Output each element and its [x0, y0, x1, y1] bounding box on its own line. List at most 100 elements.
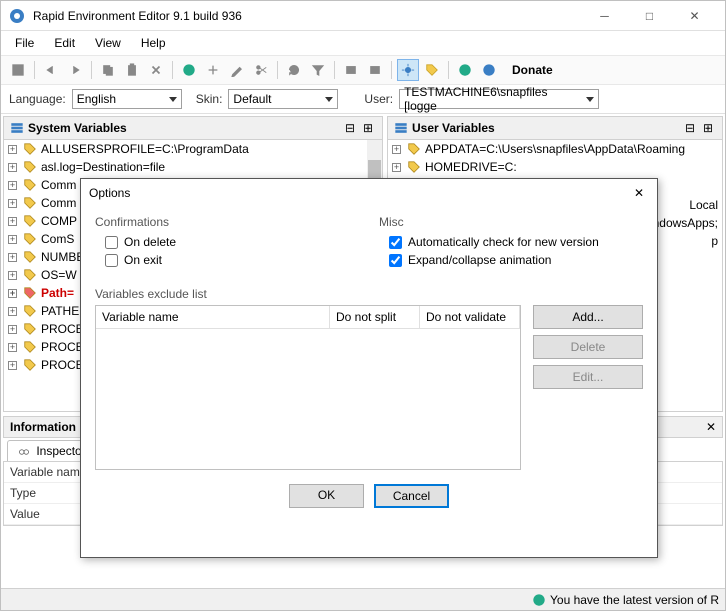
- collapse-icon[interactable]: ⊟: [342, 120, 358, 136]
- redo-icon[interactable]: [64, 59, 86, 81]
- system-pane-title: System Variables: [28, 121, 340, 135]
- undo-icon[interactable]: [40, 59, 62, 81]
- refresh-icon[interactable]: [283, 59, 305, 81]
- user-pane-title: User Variables: [412, 121, 680, 135]
- maximize-button[interactable]: □: [627, 1, 672, 31]
- tree-row-label: OS=W: [41, 268, 77, 282]
- toolbar: ? Donate: [1, 55, 725, 85]
- tree-row[interactable]: +ALLUSERSPROFILE=C:\ProgramData: [4, 140, 382, 158]
- dialog-titlebar: Options ✕: [81, 179, 657, 207]
- expand-icon[interactable]: +: [8, 271, 17, 280]
- col-variable-name[interactable]: Variable name: [96, 306, 330, 328]
- tag-icon: [407, 160, 421, 174]
- tag-icon: [23, 232, 37, 246]
- tree-row-label: asl.log=Destination=file: [41, 160, 165, 174]
- menu-help[interactable]: Help: [133, 33, 174, 53]
- tree-row[interactable]: + HOMEDRIVE=C:: [388, 158, 722, 176]
- tree-row-label: HOMEDRIVE=C:: [425, 160, 517, 174]
- col-do-not-split[interactable]: Do not split: [330, 306, 420, 328]
- expand-icon[interactable]: +: [8, 235, 17, 244]
- expand-icon[interactable]: +: [392, 163, 401, 172]
- tree-row-label: ComS: [41, 232, 74, 246]
- expand-icon[interactable]: +: [8, 253, 17, 262]
- window-title: Rapid Environment Editor 9.1 build 936: [33, 9, 582, 23]
- tag-icon: [407, 142, 421, 156]
- expand-icon[interactable]: +: [8, 163, 17, 172]
- expand-icon[interactable]: +: [8, 289, 17, 298]
- tree-row-label: Comm: [41, 178, 76, 192]
- exclude-list[interactable]: Variable name Do not split Do not valida…: [95, 305, 521, 470]
- expand-icon[interactable]: +: [8, 199, 17, 208]
- auto-check-checkbox[interactable]: [389, 236, 402, 249]
- status-text: You have the latest version of R: [550, 593, 719, 607]
- tree-row-label: NUMBE: [41, 250, 84, 264]
- edit-icon[interactable]: [226, 59, 248, 81]
- delete-icon[interactable]: [145, 59, 167, 81]
- dialog-close-button[interactable]: ✕: [629, 183, 649, 203]
- auto-check-label: Automatically check for new version: [408, 235, 599, 249]
- tag-icon[interactable]: [421, 59, 443, 81]
- tree-row[interactable]: +APPDATA=C:\Users\snapfiles\AppData\Roam…: [388, 140, 722, 158]
- on-exit-checkbox[interactable]: [105, 254, 118, 267]
- options-dialog: Options ✕ Confirmations On delete On exi…: [80, 178, 658, 558]
- paste-icon[interactable]: [121, 59, 143, 81]
- expand-icon[interactable]: +: [8, 181, 17, 190]
- tree-row-label: Path=: [41, 286, 74, 300]
- list-icon: [10, 121, 24, 135]
- insert-icon[interactable]: [202, 59, 224, 81]
- menubar: File Edit View Help: [1, 31, 725, 55]
- expand-icon[interactable]: +: [392, 145, 401, 154]
- copy-icon[interactable]: [97, 59, 119, 81]
- ok-button[interactable]: OK: [289, 484, 364, 508]
- save-icon[interactable]: [7, 59, 29, 81]
- globe-icon[interactable]: [454, 59, 476, 81]
- expand-icon[interactable]: +: [8, 343, 17, 352]
- on-delete-checkbox[interactable]: [105, 236, 118, 249]
- cancel-button[interactable]: Cancel: [374, 484, 449, 508]
- dialog-title: Options: [89, 186, 629, 200]
- expand-icon[interactable]: +: [8, 325, 17, 334]
- tree-row-label: Local: [689, 198, 718, 212]
- close-info-icon[interactable]: ✕: [706, 420, 716, 434]
- skin-label: Skin:: [196, 92, 223, 106]
- options-icon[interactable]: [397, 59, 419, 81]
- expand-anim-checkbox[interactable]: [389, 254, 402, 267]
- edit-button[interactable]: Edit...: [533, 365, 643, 389]
- confirmations-group: Confirmations On delete On exit: [95, 215, 359, 269]
- on-exit-label: On exit: [124, 253, 162, 267]
- menu-edit[interactable]: Edit: [46, 33, 83, 53]
- expand-icon[interactable]: +: [8, 217, 17, 226]
- add-button[interactable]: Add...: [533, 305, 643, 329]
- restore-icon[interactable]: [364, 59, 386, 81]
- collapse-icon[interactable]: ⊟: [682, 120, 698, 136]
- tree-row[interactable]: + asl.log=Destination=file: [4, 158, 382, 176]
- language-select[interactable]: English: [72, 89, 182, 109]
- exclude-group: Variables exclude list Variable name Do …: [95, 287, 643, 470]
- list-icon: [394, 121, 408, 135]
- backup-icon[interactable]: [340, 59, 362, 81]
- tag-icon: [23, 250, 37, 264]
- expand-icon[interactable]: ⊞: [360, 120, 376, 136]
- expand-icon[interactable]: +: [8, 361, 17, 370]
- help-icon[interactable]: ?: [478, 59, 500, 81]
- glasses-icon: [18, 446, 30, 458]
- expand-icon[interactable]: ⊞: [700, 120, 716, 136]
- expand-icon[interactable]: +: [8, 145, 17, 154]
- minimize-button[interactable]: ─: [582, 1, 627, 31]
- menu-view[interactable]: View: [87, 33, 129, 53]
- menu-file[interactable]: File: [7, 33, 42, 53]
- add-var-icon[interactable]: [178, 59, 200, 81]
- expand-icon[interactable]: +: [8, 307, 17, 316]
- delete-button[interactable]: Delete: [533, 335, 643, 359]
- scissors-icon[interactable]: [250, 59, 272, 81]
- app-icon: [9, 8, 25, 24]
- donate-button[interactable]: Donate: [506, 61, 559, 79]
- tree-row-label: Comm: [41, 196, 76, 210]
- close-button[interactable]: ✕: [672, 1, 717, 31]
- skin-select[interactable]: Default: [228, 89, 338, 109]
- col-do-not-validate[interactable]: Do not validate: [420, 306, 520, 328]
- filter-icon[interactable]: [307, 59, 329, 81]
- user-select[interactable]: TESTMACHINE6\snapfiles [logge: [399, 89, 599, 109]
- globe-icon: [532, 593, 546, 607]
- tree-row-label: p: [711, 234, 718, 248]
